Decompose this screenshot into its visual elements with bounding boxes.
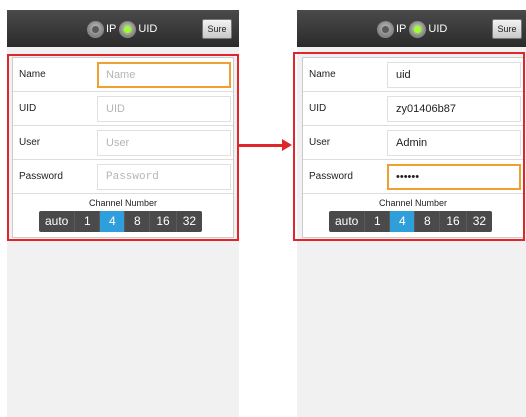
channel-auto-option[interactable]: auto <box>39 211 76 232</box>
uid-row: UID zy01406b87 <box>303 92 523 126</box>
password-label: Password <box>309 171 353 182</box>
channel-32-option[interactable]: 32 <box>177 211 202 232</box>
uid-input[interactable]: zy01406b87 <box>387 96 521 122</box>
channel-16-option[interactable]: 16 <box>150 211 177 232</box>
ip-radio-button[interactable] <box>87 20 104 38</box>
password-input[interactable]: •••••• <box>387 164 521 190</box>
uid-radio-label: UID <box>428 23 448 35</box>
right-phone-screen: IP UID Sure Name uid UID zy01406b87 User… <box>297 10 526 417</box>
password-row: Password <box>13 160 233 194</box>
channel-4-option[interactable]: 4 <box>390 211 416 232</box>
user-input[interactable] <box>97 130 231 156</box>
mode-radio-group: IP UID <box>377 19 450 39</box>
password-row: Password •••••• <box>303 160 523 194</box>
user-label: User <box>19 137 41 148</box>
ip-radio-label: IP <box>106 23 117 35</box>
ip-radio-button[interactable] <box>377 20 394 38</box>
left-phone-screen: IP UID Sure Name UID User Password Chann… <box>7 10 239 417</box>
right-arrow-icon <box>282 139 292 151</box>
name-input[interactable] <box>97 62 231 88</box>
top-bar: IP UID Sure <box>7 10 239 47</box>
uid-radio-label: UID <box>138 23 158 35</box>
uid-radio-button[interactable] <box>119 20 137 38</box>
name-row: Name <box>13 58 233 92</box>
user-label: User <box>309 137 331 148</box>
channel-1-option[interactable]: 1 <box>75 211 101 232</box>
uid-row: UID <box>13 92 233 126</box>
name-label: Name <box>19 69 46 80</box>
top-bar: IP UID Sure <box>297 10 526 47</box>
uid-radio-button[interactable] <box>409 20 427 38</box>
uid-input[interactable] <box>97 96 231 122</box>
uid-label: UID <box>309 103 327 114</box>
password-input[interactable] <box>97 164 231 190</box>
name-row: Name uid <box>303 58 523 92</box>
sure-button[interactable]: Sure <box>202 19 232 39</box>
name-label: Name <box>309 69 336 80</box>
channel-4-option[interactable]: 4 <box>100 211 126 232</box>
ip-radio-label: IP <box>396 23 407 35</box>
channel-1-option[interactable]: 1 <box>365 211 391 232</box>
mode-radio-group: IP UID <box>87 19 160 39</box>
channel-8-option[interactable]: 8 <box>125 211 151 232</box>
channel-32-option[interactable]: 32 <box>467 211 492 232</box>
channel-16-option[interactable]: 16 <box>440 211 467 232</box>
channel-number-title: Channel Number <box>378 198 448 208</box>
password-label: Password <box>19 171 63 182</box>
sure-button[interactable]: Sure <box>492 19 522 39</box>
device-form: Name UID User Password Channel Number au… <box>12 57 234 238</box>
user-row: User Admin <box>303 126 523 160</box>
channel-selector: auto 1 4 8 16 32 <box>329 211 493 232</box>
user-row: User <box>13 126 233 160</box>
channel-8-option[interactable]: 8 <box>415 211 441 232</box>
device-form: Name uid UID zy01406b87 User Admin Passw… <box>302 57 524 238</box>
arrow-line <box>239 144 283 147</box>
channel-selector: auto 1 4 8 16 32 <box>39 211 203 232</box>
channel-number-title: Channel Number <box>88 198 158 208</box>
user-input[interactable]: Admin <box>387 130 521 156</box>
name-input[interactable]: uid <box>387 62 521 88</box>
channel-auto-option[interactable]: auto <box>329 211 366 232</box>
uid-label: UID <box>19 103 37 114</box>
